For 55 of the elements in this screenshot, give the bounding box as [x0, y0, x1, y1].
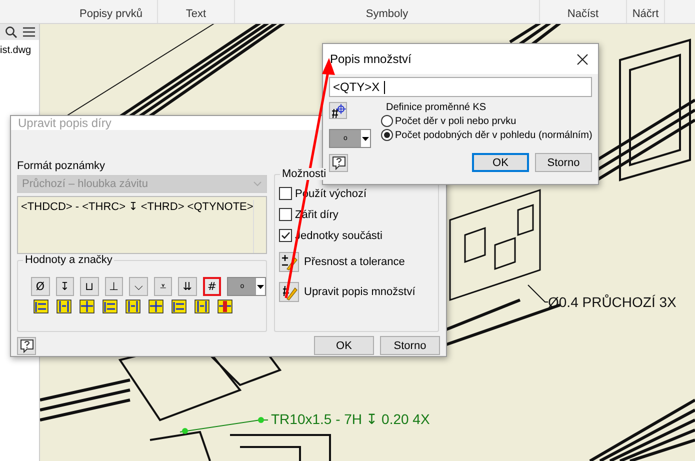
- hash-pencil-button[interactable]: [279, 282, 299, 302]
- hole-symbol-icon[interactable]: [216, 298, 234, 315]
- ribbon-group-label: Symboly: [366, 8, 408, 20]
- dialog-title: Popis množství: [330, 52, 412, 66]
- hole-symbol-icon[interactable]: [55, 298, 73, 315]
- help-button[interactable]: [329, 154, 348, 172]
- dialog-button[interactable]: OK: [314, 336, 374, 355]
- radio-label[interactable]: Počet děr v poli nebo prvku: [395, 116, 516, 126]
- dialog-button[interactable]: Storno: [535, 153, 592, 172]
- symbol-button[interactable]: Ø: [31, 277, 50, 296]
- file-name[interactable]: ist.dwg: [0, 40, 39, 56]
- symbol-button[interactable]: ⊥: [104, 277, 124, 296]
- ribbon-group-label: Text: [186, 8, 206, 20]
- hole-symbol-icon[interactable]: [170, 298, 188, 315]
- symbol-button[interactable]: ⊔: [80, 277, 99, 296]
- hole-symbol-icon[interactable]: [193, 298, 211, 315]
- ribbon-group-label: Náčrt: [632, 8, 659, 20]
- symbol-button[interactable]: ↧: [56, 277, 74, 296]
- radio-button[interactable]: [381, 115, 393, 127]
- quantity-input-field[interactable]: <QTY>X: [329, 77, 592, 97]
- hash-target-button[interactable]: [329, 102, 347, 119]
- hole-symbol-icon[interactable]: [101, 298, 119, 315]
- dialog-button[interactable]: OK: [472, 153, 529, 172]
- hole-annotation[interactable]: TR10x1.5 - 7H ↧ 0.20 4X: [271, 411, 430, 428]
- search-icon[interactable]: [5, 26, 17, 38]
- hole-symbol-icon[interactable]: [124, 298, 142, 315]
- close-icon[interactable]: [577, 54, 588, 64]
- symbol-button[interactable]: ⩡: [154, 277, 172, 296]
- action-label[interactable]: Přesnost a tolerance: [304, 256, 405, 268]
- dialog-button[interactable]: Storno: [380, 336, 440, 355]
- ribbon-group-label: Popisy prvků: [80, 8, 142, 20]
- checkbox[interactable]: [279, 208, 292, 221]
- checkbox[interactable]: [279, 229, 292, 242]
- dialog-title: Upravit popis díry: [18, 116, 112, 130]
- dropdown-arrow-icon[interactable]: [362, 136, 369, 140]
- symbol-button[interactable]: #: [202, 277, 222, 296]
- symbol-button[interactable]: ⌵: [129, 277, 148, 296]
- hole-symbol-icon[interactable]: [78, 298, 96, 315]
- symbol-button[interactable]: ⇊: [178, 277, 197, 296]
- leader-line: [528, 284, 548, 302]
- hole-symbol-icon[interactable]: [32, 298, 50, 315]
- note-text-area[interactable]: <THDCD> - <THRC> ↧ <THRD> <QTYNOTE>: [17, 196, 267, 254]
- field-label: Formát poznámky: [17, 160, 106, 172]
- ribbon-group-label: Načíst: [567, 8, 599, 20]
- group-title: Hodnoty a značky: [23, 254, 114, 266]
- hole-symbol-icon[interactable]: [147, 298, 165, 315]
- checkbox[interactable]: [279, 187, 292, 200]
- action-label[interactable]: Upravit popis množství: [304, 286, 416, 298]
- radio-label[interactable]: Počet podobných děr v pohledu (normálním): [395, 130, 592, 140]
- section-label: Definice proměnné KS: [385, 102, 488, 113]
- help-button[interactable]: [17, 336, 36, 354]
- menu-icon[interactable]: [23, 27, 35, 37]
- dropdown-arrow-icon[interactable]: [257, 284, 264, 288]
- group-title: Možnosti: [280, 168, 328, 180]
- radio-button[interactable]: [381, 129, 393, 141]
